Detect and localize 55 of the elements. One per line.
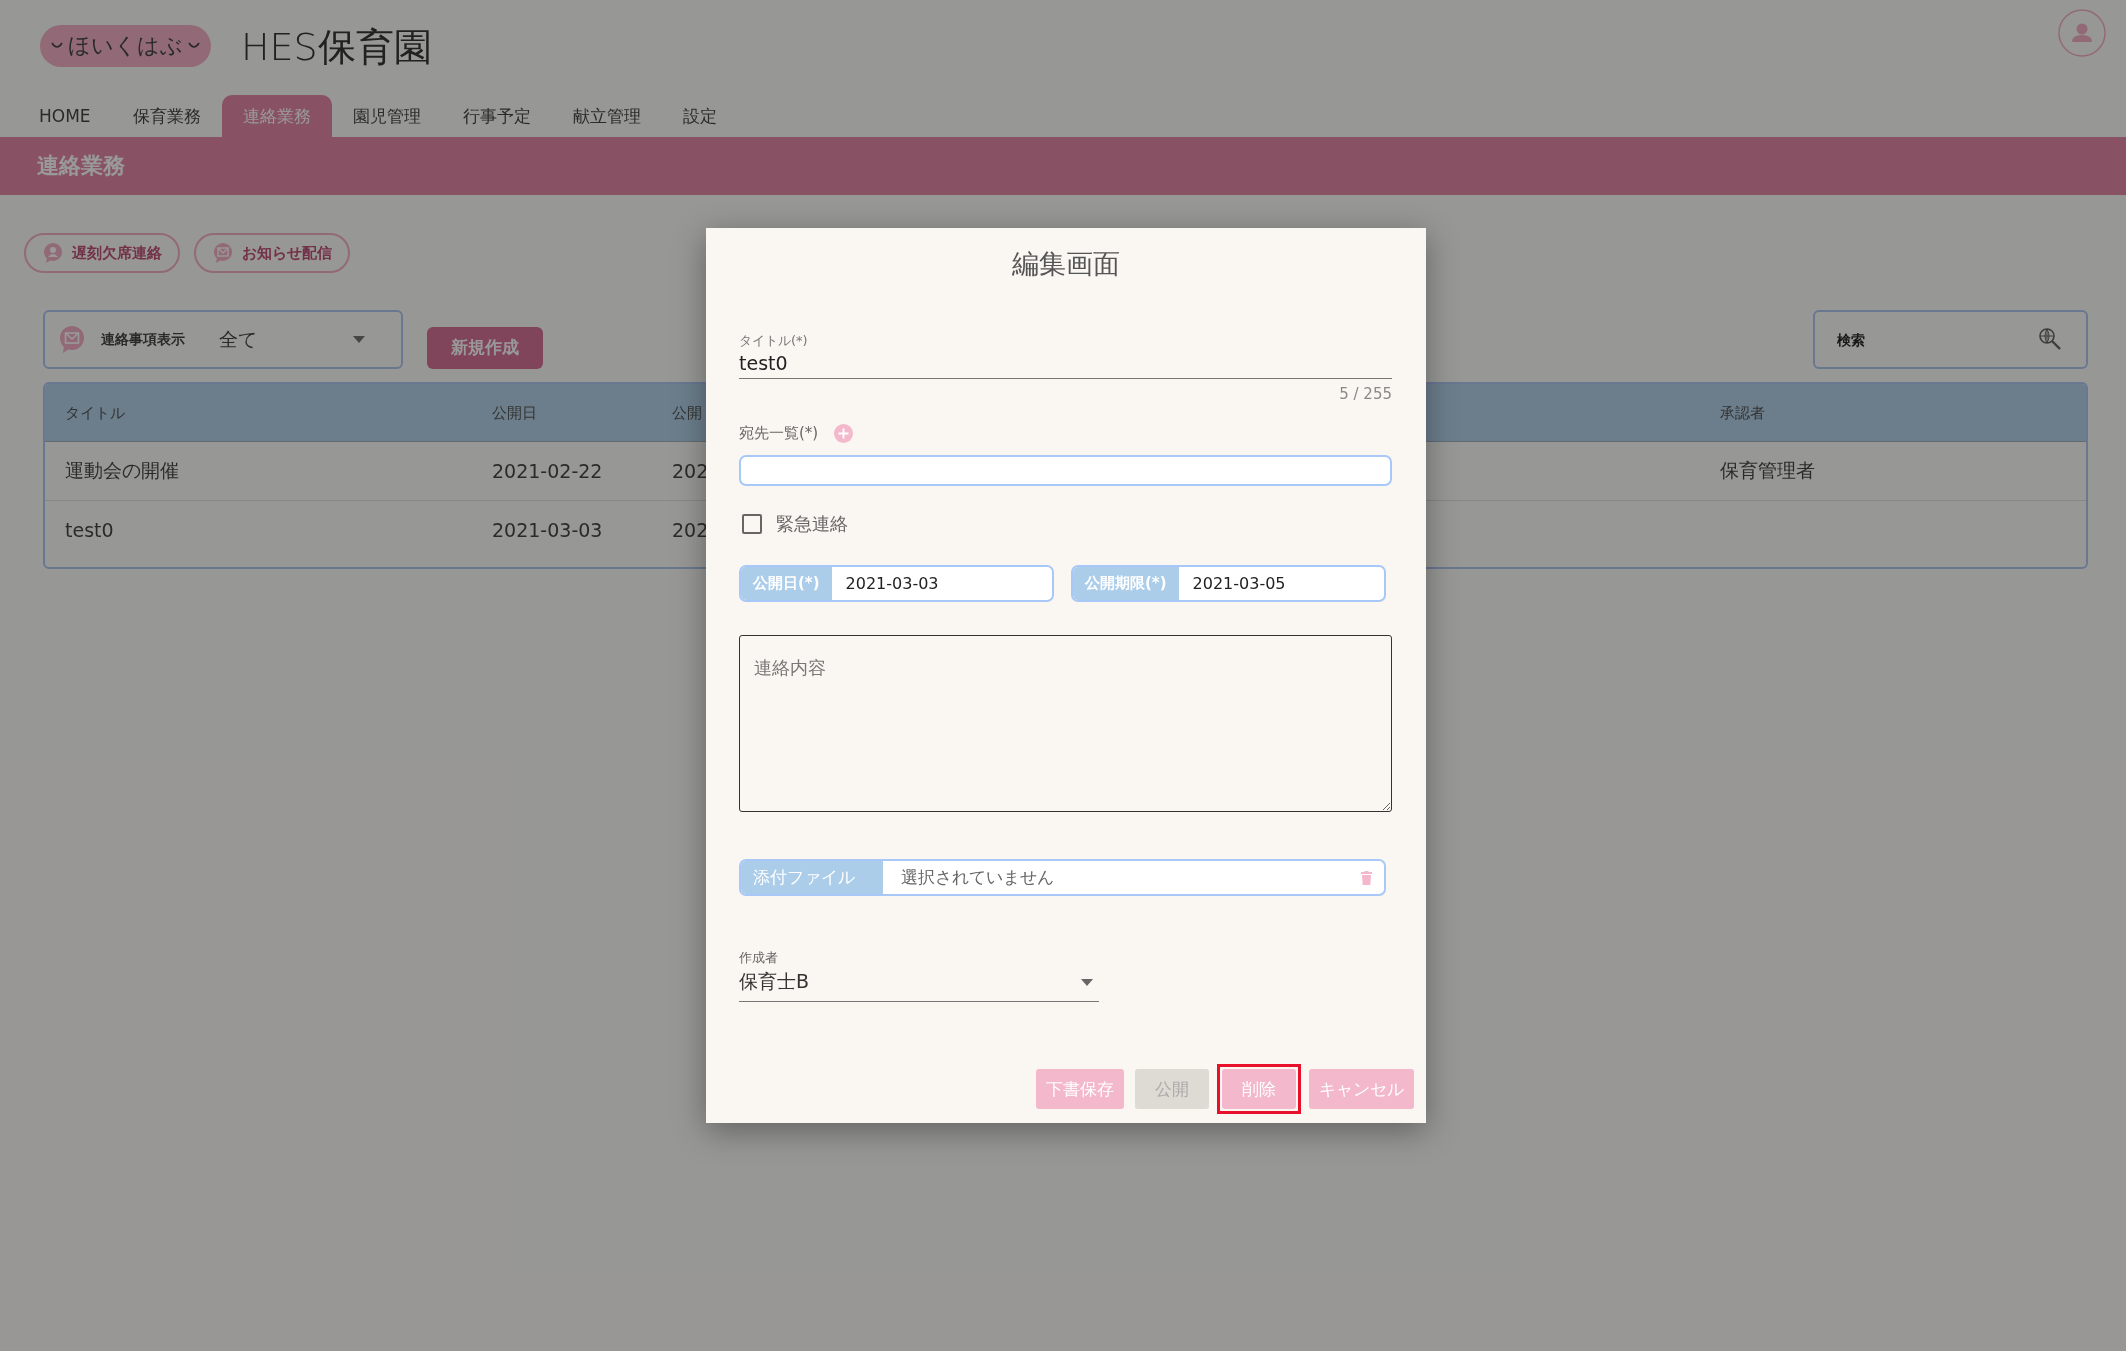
recipients-label: 宛先一覧(*) (739, 424, 819, 443)
trash-icon[interactable] (1361, 870, 1372, 885)
caret-icon (353, 336, 365, 343)
field-label: 公開期限(*) (1073, 567, 1179, 600)
author-select[interactable]: 作成者 保育士B (739, 949, 1099, 1002)
field-label: 公開日(*) (741, 567, 832, 600)
logo-text: ほいくはぶ (68, 31, 183, 60)
mail-icon (57, 324, 87, 355)
title-field[interactable]: タイトル(*) test0 (739, 332, 1392, 379)
search-field[interactable]: 検索 (1813, 310, 2088, 369)
table-cell: test0 (65, 519, 114, 541)
checkbox[interactable] (742, 514, 762, 534)
search-icon (2038, 327, 2062, 351)
site-title: HES保育園 (241, 24, 432, 71)
column-header: 公開日 (492, 403, 537, 422)
table-cell: 2021-02-22 (492, 460, 603, 482)
filter-value: 全て (219, 326, 258, 352)
column-header: 公開 (672, 403, 702, 422)
action-button[interactable]: 遅刻欠席連絡 (24, 233, 180, 273)
date-value: 2021-03-05 (1192, 574, 1286, 593)
mail-icon (212, 242, 234, 264)
smile-icon (50, 40, 64, 51)
dialog-title: 編集画面 (1010, 247, 1121, 281)
date-field[interactable]: 公開日(*) 2021-03-03 (739, 565, 1054, 602)
checkbox-label: 緊急連絡 (776, 512, 848, 536)
table-cell: 202 (672, 519, 709, 541)
date-field[interactable]: 公開期限(*) 2021-03-05 (1071, 565, 1386, 602)
table-cell: 202 (672, 460, 709, 482)
nav-tab[interactable]: 献立管理 (551, 95, 662, 137)
filter-select[interactable]: 連絡事項表示 全て (43, 310, 403, 369)
table-cell: 2021-03-03 (492, 519, 603, 541)
column-header: タイトル (65, 403, 125, 422)
caret-icon (1081, 978, 1093, 986)
add-icon[interactable] (834, 424, 854, 443)
page-title: 連絡業務 (37, 152, 125, 180)
nav-tab[interactable]: 保育業務 (111, 95, 222, 137)
field-label: 添付ファイル (741, 861, 883, 894)
char-counter: 5 / 255 (1339, 385, 1392, 403)
file-name: 選択されていません (901, 866, 1055, 889)
date-value: 2021-03-03 (845, 574, 939, 593)
nav-tab[interactable]: 行事予定 (441, 95, 552, 137)
nav-tab[interactable]: 設定 (661, 95, 738, 137)
nav-tab[interactable]: 園児管理 (331, 95, 442, 137)
filter-label: 連絡事項表示 (101, 330, 185, 349)
table-cell: 保育管理者 (1720, 459, 1815, 481)
recipients-field[interactable] (739, 455, 1392, 486)
attachment-field[interactable]: 添付ファイル 選択されていません (739, 859, 1386, 896)
person-icon (42, 242, 64, 264)
action-button[interactable]: お知らせ配信 (194, 233, 350, 273)
column-header: 承認者 (1720, 403, 1765, 422)
content-textarea[interactable]: 連絡内容 (739, 635, 1392, 812)
nav-tab[interactable]: HOME (18, 95, 112, 137)
account-icon[interactable] (2058, 8, 2106, 57)
smile-icon (187, 40, 201, 51)
table-cell: 運動会の開催 (65, 459, 179, 481)
